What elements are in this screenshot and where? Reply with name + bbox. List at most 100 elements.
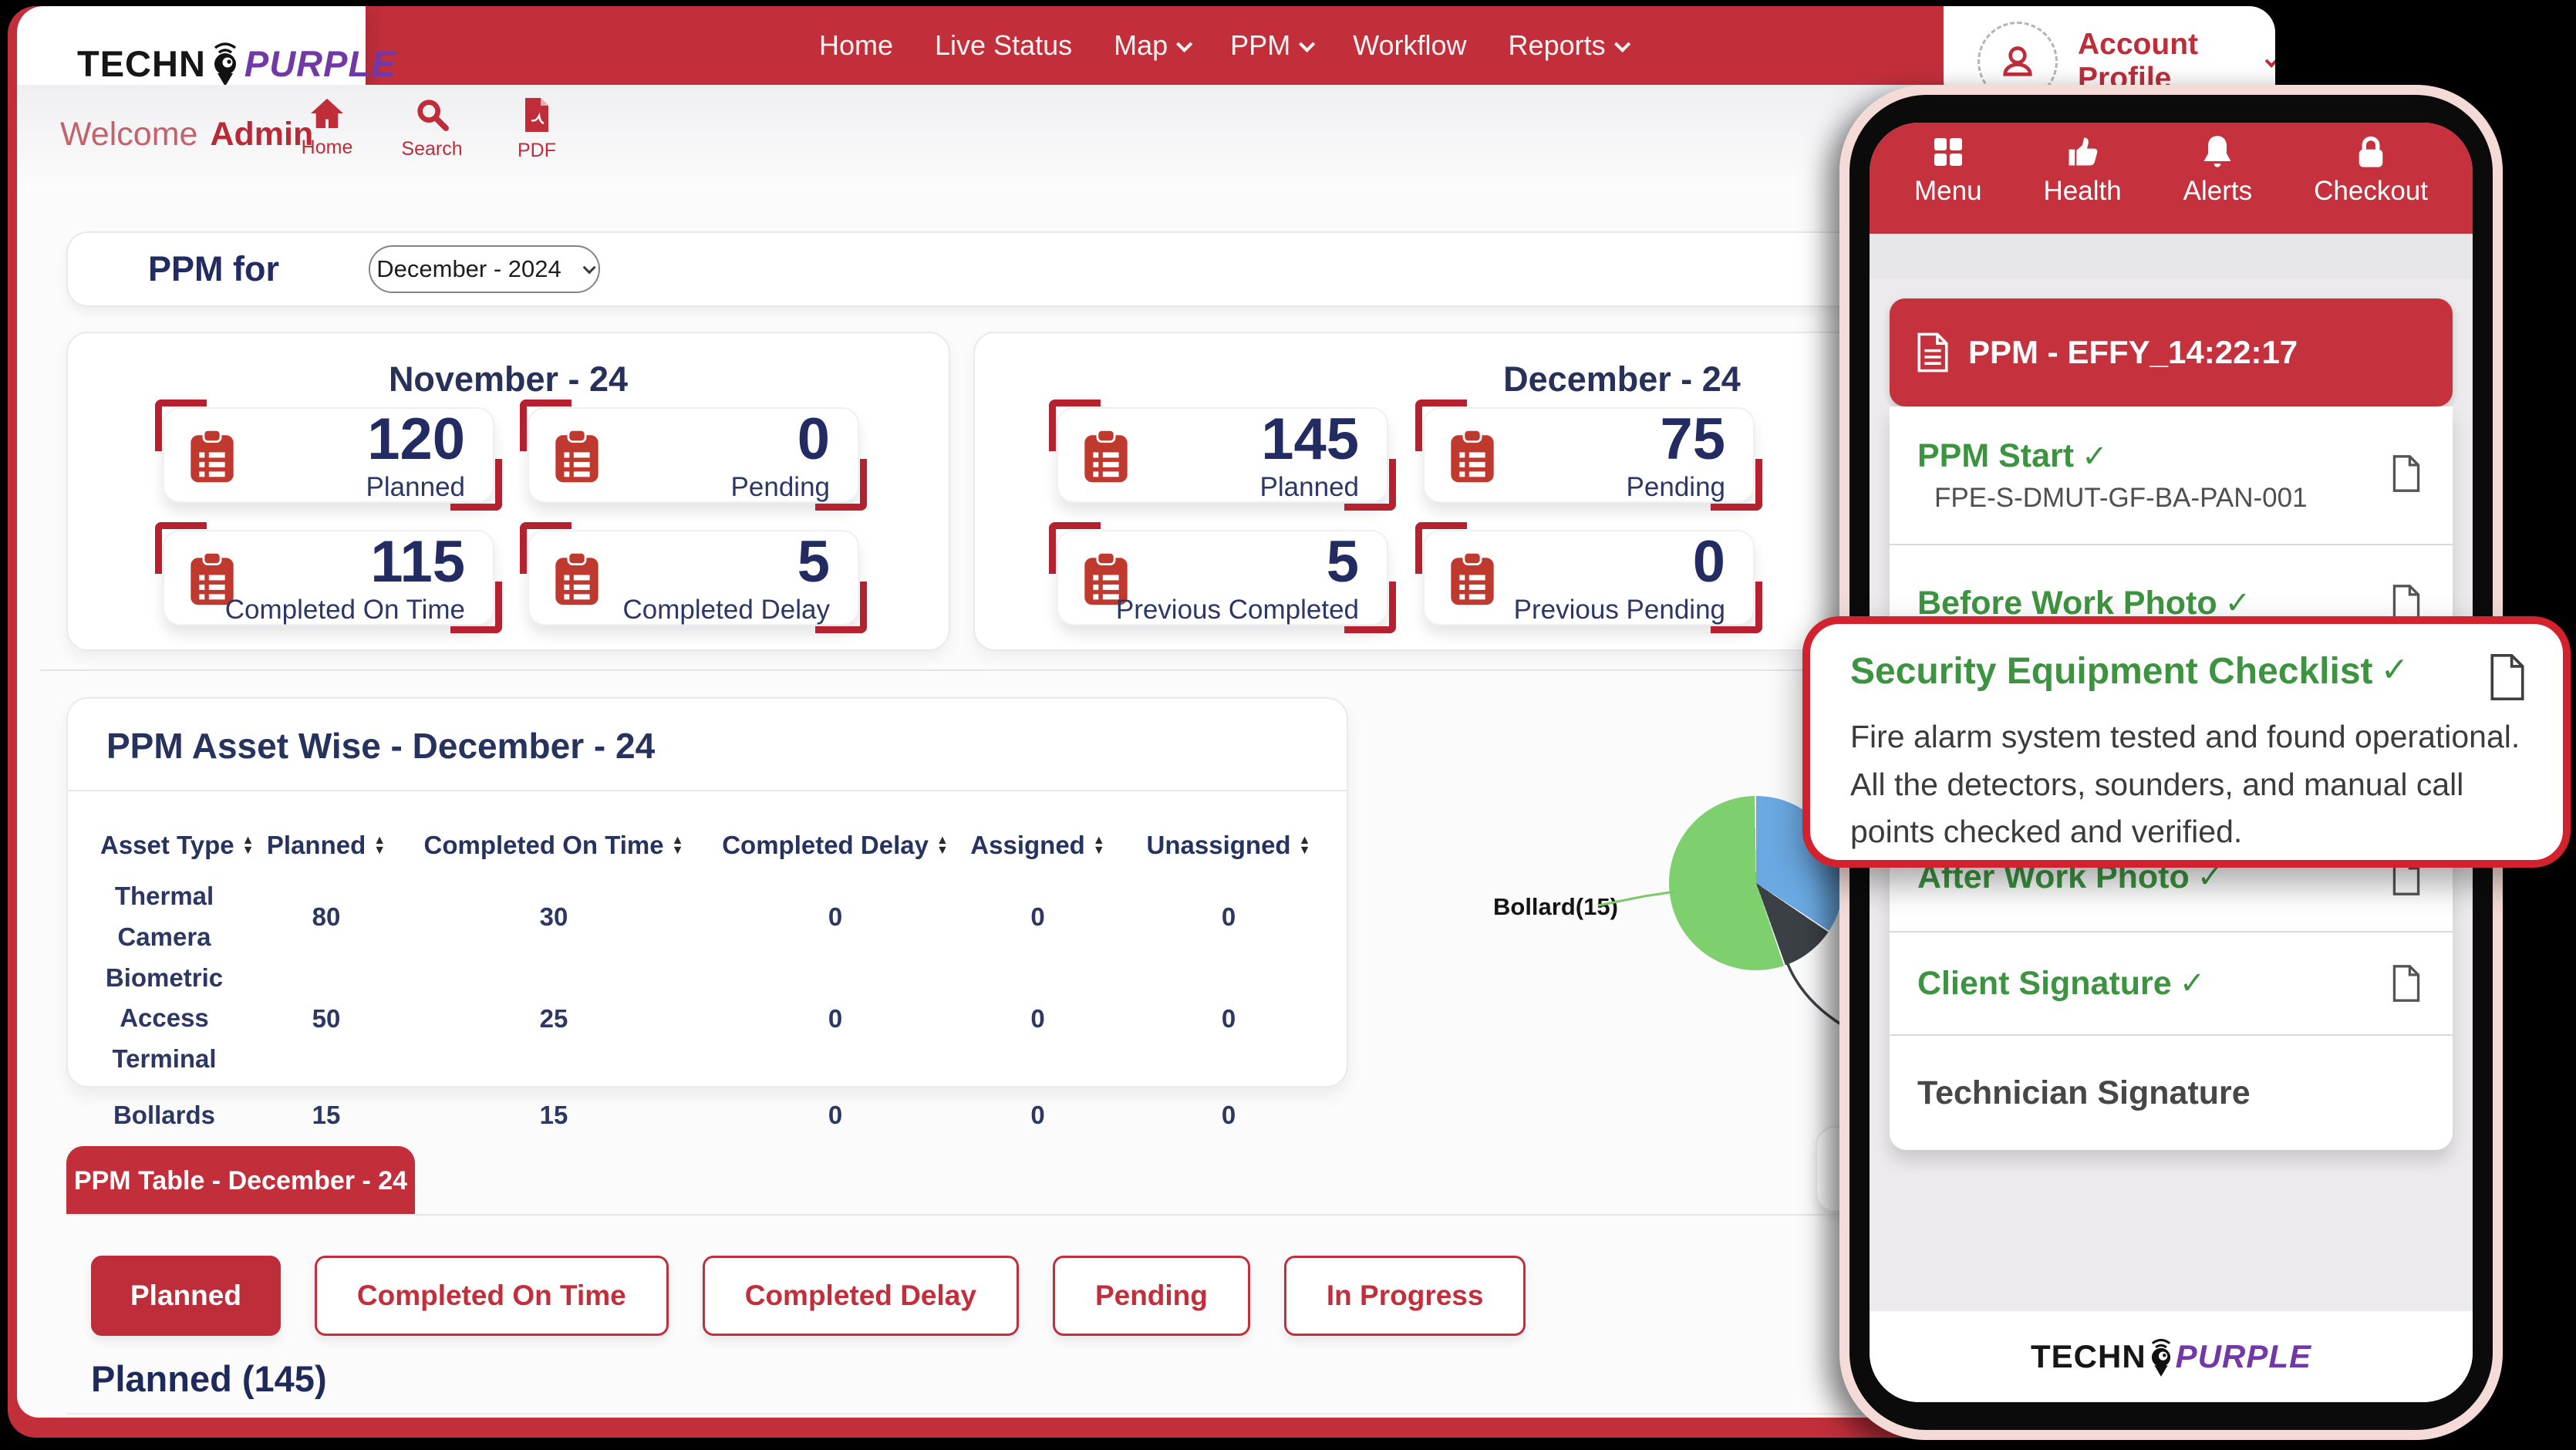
phone-tab-checkout[interactable]: Checkout <box>2314 133 2428 234</box>
list-item-client-signature[interactable]: Client Signature✓ <box>1890 932 2453 1034</box>
col-header-planned[interactable]: Planned ▲▼ <box>261 831 392 860</box>
nav-workflow[interactable]: Workflow <box>1353 29 1466 62</box>
menu-grid-icon <box>1930 133 1967 170</box>
cell-completed-on-time: 30 <box>392 902 716 932</box>
filter-completed-on-time[interactable]: Completed On Time <box>315 1256 669 1336</box>
item-label: Technician Signature <box>1917 1074 2251 1112</box>
november-title: November - 24 <box>68 359 949 400</box>
col-label: Completed Delay <box>722 831 929 860</box>
clipboard-icon <box>1448 429 1497 484</box>
month-select[interactable]: December - 2024 <box>369 245 600 293</box>
col-header-asset-type[interactable]: Asset Type ▲▼ <box>68 831 261 860</box>
nav-home[interactable]: Home <box>819 29 893 62</box>
quick-pdf-label: PDF <box>518 140 556 162</box>
filter-completed-delay[interactable]: Completed Delay <box>703 1256 1019 1336</box>
ppm-for-title: PPM for <box>148 249 279 289</box>
stat-value: 5 <box>1327 531 1359 593</box>
cell-completed-delay: 0 <box>716 1004 955 1034</box>
stat-card-planned: 145 Planned <box>1057 407 1388 503</box>
asset-wise-title: PPM Asset Wise - December - 24 <box>106 725 1347 767</box>
filter-pending[interactable]: Pending <box>1053 1256 1250 1336</box>
stat-label: Pending <box>731 472 830 503</box>
nav-reports[interactable]: Reports <box>1509 29 1627 62</box>
phone-tab-label: Alerts <box>2183 176 2252 207</box>
list-item-ppm-start[interactable]: PPM Start✓ FPE-S-DMUT-GF-BA-PAN-001 <box>1890 406 2453 544</box>
nav-live-status[interactable]: Live Status <box>935 29 1072 62</box>
stat-card-previous-completed: 5 Previous Completed <box>1057 530 1388 626</box>
check-icon: ✓ <box>2381 650 2409 690</box>
stat-card-completed-on-time: 115 Completed On Time <box>163 530 494 626</box>
filter-label: Planned <box>130 1280 241 1312</box>
callout-header: Security Equipment Checklist ✓ <box>1850 650 2527 701</box>
file-icon <box>2391 454 2422 493</box>
cell-asset-type: Bollards <box>68 1095 261 1136</box>
quick-search-button[interactable]: Search <box>389 97 475 162</box>
stat-value: 75 <box>1660 409 1725 470</box>
cell-completed-delay: 0 <box>716 1101 955 1130</box>
col-label: Assigned <box>970 831 1085 860</box>
sort-icon[interactable]: ▲▼ <box>672 835 684 855</box>
stat-label: Completed On Time <box>225 595 465 626</box>
location-pin-icon <box>208 39 242 87</box>
nav-ppm-label: PPM <box>1230 29 1290 62</box>
chevron-down-icon <box>2264 52 2275 67</box>
quick-home-label: Home <box>302 137 353 159</box>
col-header-completed-on-time[interactable]: Completed On Time▲▼ <box>392 831 716 860</box>
month-select-value: December - 2024 <box>376 255 561 283</box>
filter-label: In Progress <box>1327 1280 1484 1312</box>
stat-value: 5 <box>797 531 830 593</box>
col-label: Asset Type <box>100 831 234 860</box>
nav-map[interactable]: Map <box>1114 29 1189 62</box>
cell-assigned: 0 <box>955 1101 1121 1130</box>
quick-pdf-button[interactable]: PDF <box>494 97 580 162</box>
sort-icon[interactable]: ▲▼ <box>1299 835 1311 855</box>
cell-unassigned: 0 <box>1121 1004 1337 1034</box>
home-icon <box>309 97 345 130</box>
thumbs-up-icon <box>2064 133 2101 170</box>
table-row: Biometric Access Terminal 50 25 0 0 0 <box>68 958 1347 1080</box>
ppm-table-tab[interactable]: PPM Table - December - 24 <box>66 1146 415 1216</box>
file-icon <box>2487 653 2527 701</box>
stat-value: 120 <box>367 409 465 470</box>
cell-unassigned: 0 <box>1121 902 1337 932</box>
clipboard-icon <box>1081 429 1131 484</box>
main-nav: Home Live Status Map PPM Workflow Report… <box>819 6 1627 85</box>
stat-label: Planned <box>366 472 465 503</box>
filter-in-progress[interactable]: In Progress <box>1284 1256 1526 1336</box>
nav-map-label: Map <box>1114 29 1168 62</box>
list-item-technician-signature[interactable]: Technician Signature <box>1890 1036 2453 1150</box>
asset-table-header: Asset Type ▲▼ Planned ▲▼ Completed On Time… <box>68 814 1347 876</box>
quick-home-button[interactable]: Home <box>284 97 370 162</box>
col-header-assigned[interactable]: Assigned ▲▼ <box>955 831 1121 860</box>
col-label: Unassigned <box>1147 831 1291 860</box>
sort-icon[interactable]: ▲▼ <box>936 835 949 855</box>
technopurple-logo: TECHN PURPLE <box>77 39 396 87</box>
nav-ppm[interactable]: PPM <box>1230 29 1311 62</box>
stat-label: Completed Delay <box>623 595 830 626</box>
phone-tab-alerts[interactable]: Alerts <box>2183 133 2252 234</box>
cell-unassigned: 0 <box>1121 1101 1337 1130</box>
filter-planned[interactable]: Planned <box>91 1256 281 1336</box>
document-icon <box>1916 332 1950 373</box>
chevron-down-icon <box>1176 35 1192 52</box>
sort-icon[interactable]: ▲▼ <box>242 835 255 855</box>
phone-tab-health[interactable]: Health <box>2044 133 2122 234</box>
cell-asset-type: Biometric Access Terminal <box>68 958 261 1080</box>
stat-label: Pending <box>1627 472 1725 503</box>
phone-tab-menu[interactable]: Menu <box>1914 133 1982 234</box>
cell-completed-on-time: 25 <box>392 1004 716 1034</box>
ppm-job-banner[interactable]: PPM - EFFY_14:22:17 <box>1890 298 2453 406</box>
col-header-completed-delay[interactable]: Completed Delay ▲▼ <box>716 831 955 860</box>
col-label: Planned <box>267 831 366 860</box>
checklist-detail-callout: Security Equipment Checklist ✓ Fire alar… <box>1802 616 2571 868</box>
stat-label: Planned <box>1260 472 1359 503</box>
planned-count-heading: Planned (145) <box>91 1357 327 1400</box>
table-row: Thermal Camera 80 30 0 0 0 <box>68 876 1347 958</box>
col-header-unassigned[interactable]: Unassigned ▲▼ <box>1121 831 1337 860</box>
pdf-icon <box>522 97 551 133</box>
sort-icon[interactable]: ▲▼ <box>373 835 386 855</box>
location-pin-icon <box>2146 1336 2176 1378</box>
callout-title: Security Equipment Checklist <box>1850 650 2373 693</box>
stat-card-pending: 0 Pending <box>528 407 859 503</box>
sort-icon[interactable]: ▲▼ <box>1093 835 1105 855</box>
